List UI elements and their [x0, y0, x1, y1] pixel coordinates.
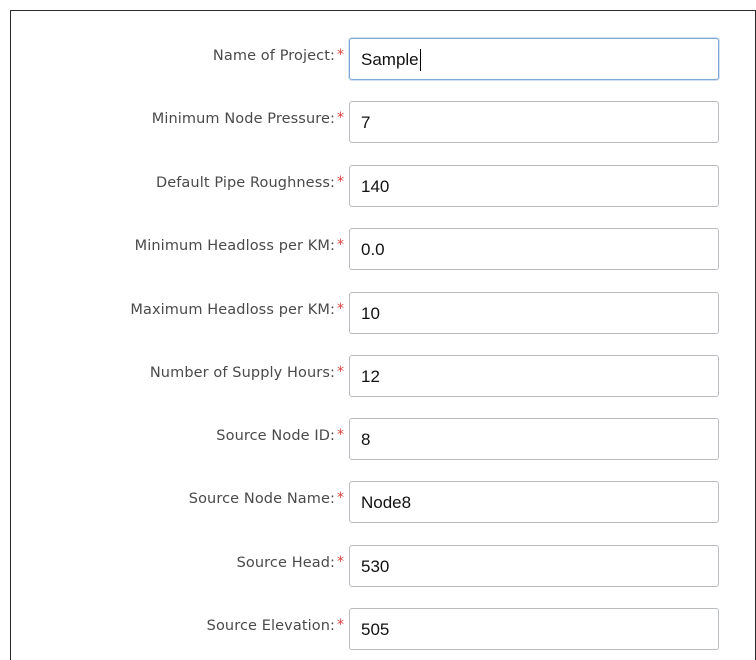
min-node-pressure-input[interactable]: 7 — [349, 101, 719, 143]
max-headloss-value: 10 — [361, 304, 380, 323]
required-marker: * — [337, 364, 344, 380]
required-marker: * — [337, 427, 344, 443]
required-marker: * — [337, 554, 344, 570]
form-row-source-elevation: Source Elevation: * 505 — [11, 608, 755, 650]
source-elevation-value: 505 — [361, 620, 390, 639]
required-marker: * — [337, 174, 344, 190]
source-node-id-input[interactable]: 8 — [349, 418, 719, 460]
form-row-min-node-pressure: Minimum Node Pressure: * 7 — [11, 101, 755, 143]
source-node-name-input[interactable]: Node8 — [349, 481, 719, 523]
source-head-input[interactable]: 530 — [349, 545, 719, 587]
pipe-roughness-label: Default Pipe Roughness: — [155, 175, 335, 191]
form-row-pipe-roughness: Default Pipe Roughness: * 140 — [11, 165, 755, 207]
supply-hours-label: Number of Supply Hours: — [149, 365, 335, 381]
source-elevation-input[interactable]: 505 — [349, 608, 719, 650]
form-row-project-name: Name of Project: * Sample — [11, 38, 755, 80]
form-row-supply-hours: Number of Supply Hours: * 12 — [11, 355, 755, 397]
min-headloss-value: 0.0 — [361, 240, 385, 259]
min-headloss-input[interactable]: 0.0 — [349, 228, 719, 270]
required-marker: * — [337, 47, 344, 63]
form-row-source-node-name: Source Node Name: * Node8 — [11, 481, 755, 523]
required-marker: * — [337, 301, 344, 317]
max-headloss-label: Maximum Headloss per KM: — [130, 302, 335, 318]
pipe-roughness-value: 140 — [361, 177, 390, 196]
max-headloss-input[interactable]: 10 — [349, 292, 719, 334]
form-row-source-head: Source Head: * 530 — [11, 545, 755, 587]
source-elevation-label: Source Elevation: — [206, 618, 335, 634]
supply-hours-value: 12 — [361, 367, 380, 386]
project-name-input[interactable]: Sample — [349, 38, 719, 80]
required-marker: * — [337, 617, 344, 633]
source-head-value: 530 — [361, 557, 390, 576]
min-headloss-label: Minimum Headloss per KM: — [134, 238, 335, 254]
min-node-pressure-value: 7 — [361, 113, 371, 132]
project-name-label: Name of Project: — [212, 48, 335, 64]
form-row-min-headloss: Minimum Headloss per KM: * 0.0 — [11, 228, 755, 270]
supply-hours-input[interactable]: 12 — [349, 355, 719, 397]
source-node-id-value: 8 — [361, 430, 371, 449]
source-head-label: Source Head: — [236, 555, 335, 571]
form-row-source-node-id: Source Node ID: * 8 — [11, 418, 755, 460]
text-caret — [419, 48, 421, 71]
required-marker: * — [337, 110, 344, 126]
pipe-roughness-input[interactable]: 140 — [349, 165, 719, 207]
source-node-name-label: Source Node Name: — [188, 491, 335, 507]
required-marker: * — [337, 237, 344, 253]
form-row-max-headloss: Maximum Headloss per KM: * 10 — [11, 292, 755, 334]
min-node-pressure-label: Minimum Node Pressure: — [151, 111, 335, 127]
project-settings-form: Name of Project: * Sample Minimum Node P… — [10, 10, 756, 660]
source-node-id-label: Source Node ID: — [216, 428, 335, 444]
source-node-name-value: Node8 — [361, 493, 412, 512]
project-name-value: Sample — [361, 50, 419, 69]
required-marker: * — [337, 490, 344, 506]
